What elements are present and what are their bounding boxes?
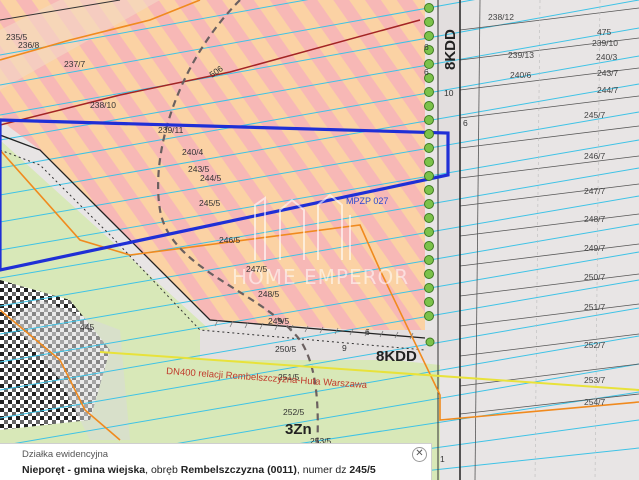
parcel-label: 237/7 (64, 59, 86, 69)
info-title: Działka ewidencyjna (22, 449, 109, 460)
parcel-label: 238/10 (90, 100, 116, 110)
dimension-label: 6 (424, 67, 429, 77)
number-label: 445 (80, 322, 94, 332)
dimension-label: 1 (440, 454, 445, 464)
parcel-label: 247/7 (584, 186, 606, 196)
zone-label-kdd-vertical: 8KDD (442, 29, 459, 70)
parcel-label: 252/5 (283, 407, 305, 417)
mpzp-label: MPZP 027 (346, 196, 388, 206)
parcel-label: 248/5 (258, 289, 280, 299)
parcel-info-panel: Działka ewidencyjna Nieporęt - gmina wie… (0, 443, 432, 480)
parcel-label: 246/7 (584, 151, 606, 161)
dimension-label: 9 (342, 343, 347, 353)
parcel-label: 249/7 (584, 243, 606, 253)
dimension-label: 6 (463, 118, 468, 128)
parcel-label: 244/5 (200, 173, 222, 183)
commune: Nieporęt - gmina wiejska (22, 464, 146, 476)
parcel-label: 239/13 (508, 50, 534, 60)
parcel-label: 240/6 (510, 70, 532, 80)
parcel-label: 250/7 (584, 272, 606, 282)
parcel-label: 240/4 (182, 147, 204, 157)
parcel-label-selected: 245/5 (199, 198, 221, 208)
parcel-label: 251/7 (584, 302, 606, 312)
parcel-label: 252/7 (584, 340, 606, 350)
parcel-label: 248/7 (584, 214, 606, 224)
parcel-label: 254/7 (584, 397, 606, 407)
parcel-label: 246/5 (219, 235, 241, 245)
dimension-label: 6 (424, 42, 429, 52)
parcel-map[interactable]: HOME EMPEROR 235/5 236/8 237/7 238/10 23… (0, 0, 639, 480)
info-separator: , numer dz (296, 464, 350, 476)
zone-label-zn: 3Zn (285, 421, 312, 438)
svg-text:8KDD: 8KDD (442, 29, 459, 70)
parcel-label: 249/5 (268, 316, 290, 326)
parcel-label: 244/7 (597, 85, 619, 95)
parcel-label: 239/10 (592, 38, 618, 48)
parcel-label: 239/11 (158, 125, 184, 135)
parcel-label: 243/7 (597, 68, 619, 78)
parcel-label: 245/7 (584, 110, 606, 120)
info-line: Nieporęt - gmina wiejska, obręb Rembelsz… (22, 464, 376, 476)
parcel-label: 250/5 (275, 344, 297, 354)
parcel-label: 238/12 (488, 12, 514, 22)
parcel-label: 247/5 (246, 264, 268, 274)
dimension-label: 6 (365, 327, 370, 337)
parcel-label: 475 (597, 27, 611, 37)
dimension-label: 10 (444, 88, 454, 98)
zone-label-kdd: 8KDD (376, 348, 417, 365)
tree-marker (425, 337, 435, 347)
info-separator: , obręb (145, 464, 181, 476)
parcel-label: 236/8 (18, 40, 40, 50)
precinct: Rembelszczyzna (0011) (180, 464, 297, 476)
close-icon[interactable]: ✕ (412, 447, 427, 462)
parcel-label: 253/7 (584, 375, 606, 385)
parcel-number: 245/5 (349, 464, 376, 476)
parcel-label: 240/3 (596, 52, 618, 62)
